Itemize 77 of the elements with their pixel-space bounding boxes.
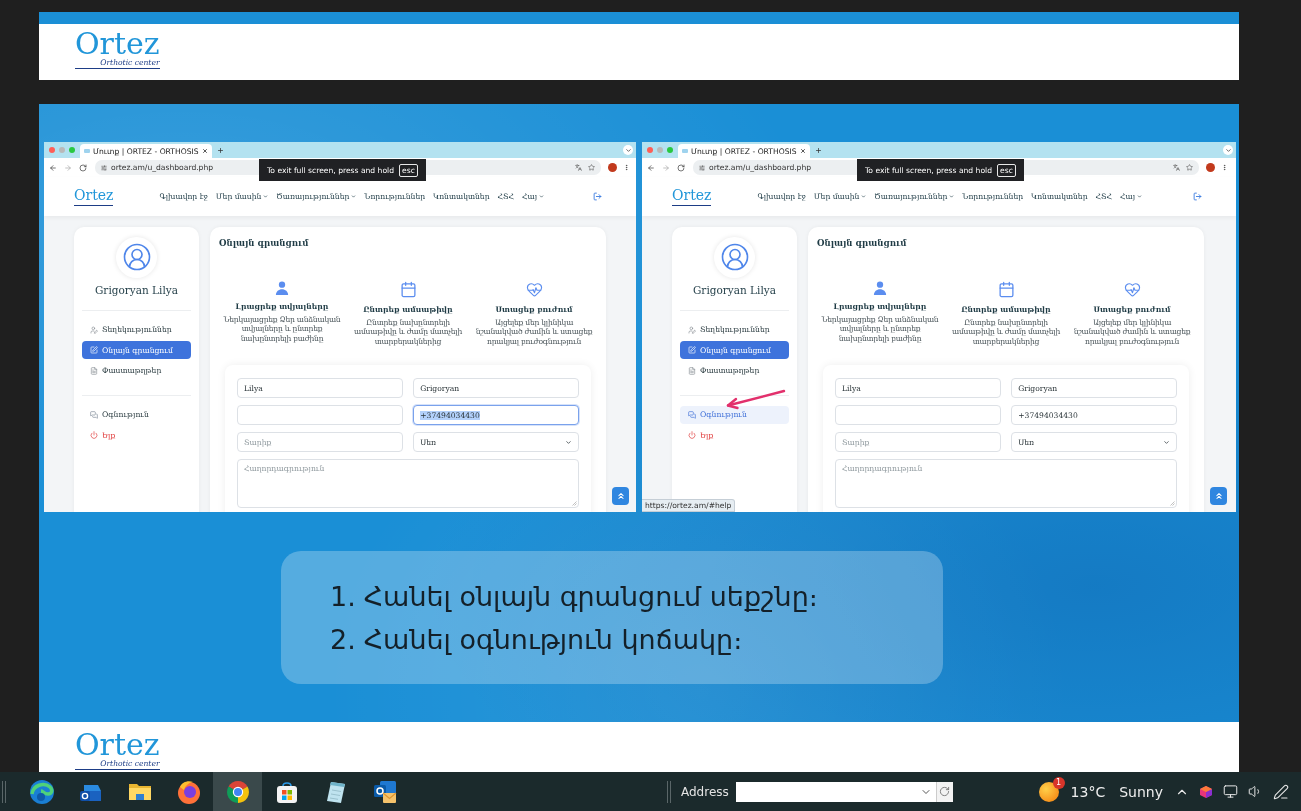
list-number: 1.: [330, 580, 356, 614]
resize-handle-icon[interactable]: [572, 501, 577, 507]
sun-icon[interactable]: [1038, 781, 1059, 802]
heart-pulse-icon: [525, 281, 543, 298]
user-name: Grigoryan Lilya: [693, 283, 776, 297]
new-tab-icon[interactable]: [814, 146, 822, 154]
person-icon: [275, 281, 289, 295]
notification-badge: 1: [1052, 776, 1065, 789]
reload-icon[interactable]: [677, 163, 685, 172]
pen-square-icon: [90, 346, 98, 354]
user-edit-icon: [688, 325, 696, 334]
temperature-text[interactable]: 13°C: [1070, 783, 1106, 800]
network-icon[interactable]: [1223, 784, 1238, 799]
chevron-down-icon[interactable]: [1223, 145, 1233, 155]
chevron-down-icon[interactable]: [623, 145, 633, 155]
chat-bubbles-icon: [688, 410, 696, 419]
weather-condition[interactable]: Sunny: [1119, 783, 1163, 800]
resize-handle-icon[interactable]: [1170, 501, 1175, 507]
sliders-icon[interactable]: [101, 164, 107, 171]
color-wheel-icon: [224, 778, 251, 805]
input-field[interactable]: [237, 405, 403, 426]
refresh-icon: [939, 786, 951, 797]
input-field[interactable]: [835, 405, 1001, 426]
profile-avatar-icon[interactable]: [608, 163, 617, 172]
taskbar-button[interactable]: [213, 772, 262, 811]
power-icon: [688, 431, 696, 439]
translate-icon[interactable]: [575, 164, 582, 171]
chevron-down-icon: [565, 438, 572, 446]
logout-icon[interactable]: [593, 192, 602, 201]
power-icon: [90, 431, 98, 439]
fox-app-icon: [175, 778, 202, 805]
star-icon[interactable]: [1186, 164, 1193, 171]
swirl-app-icon: [28, 778, 55, 805]
pen-square-icon: [688, 346, 696, 354]
cube-app-icon[interactable]: [1199, 784, 1213, 799]
logo-text: Ortez: [75, 28, 160, 59]
chat-bubbles-icon: [90, 410, 98, 419]
back-icon[interactable]: [49, 163, 57, 172]
user-avatar-icon: [714, 236, 755, 278]
sliders-icon[interactable]: [699, 164, 705, 171]
scroll-top-button[interactable]: [1210, 487, 1227, 505]
user-edit-icon: [90, 325, 98, 334]
list-number: 2.: [330, 623, 356, 657]
calendar-icon: [399, 281, 417, 298]
chevron-down-icon: [1163, 438, 1170, 446]
pen-icon[interactable]: [1273, 783, 1289, 800]
user-name: Grigoryan Lilya: [95, 283, 178, 297]
reload-icon[interactable]: [79, 163, 87, 172]
close-icon[interactable]: [201, 148, 208, 154]
taskbar-grip-icon[interactable]: [2, 780, 6, 803]
calendar-icon: [997, 281, 1015, 298]
star-icon[interactable]: [588, 164, 595, 171]
user-avatar-icon: [116, 236, 157, 278]
profile-avatar-icon[interactable]: [1206, 163, 1215, 172]
translate-icon[interactable]: [1173, 164, 1180, 171]
double-chevron-up-icon: [1213, 491, 1224, 501]
document-icon: [90, 366, 98, 375]
logo-text: Ortez: [75, 729, 160, 760]
favicon-icon: [84, 149, 90, 153]
document-icon: [688, 366, 696, 375]
instruction-text: Հանել օնլայն գրանցում սեքշնը։: [363, 580, 818, 614]
page-title: Օնլայն գրանցում: [817, 238, 907, 248]
close-icon[interactable]: [799, 148, 806, 154]
envelope-app-icon: [371, 778, 398, 805]
address-label: Address: [681, 784, 729, 799]
scroll-top-button[interactable]: [612, 487, 629, 505]
address-field[interactable]: [735, 781, 936, 802]
instruction-text: Հանել օգնություն կոճակը։: [363, 623, 743, 657]
person-icon: [873, 281, 887, 295]
back-icon[interactable]: [647, 163, 655, 172]
taskbar-grip-icon[interactable]: [667, 780, 671, 803]
double-chevron-up-icon: [615, 491, 626, 501]
favicon-icon: [682, 149, 688, 153]
page-title: Օնլայն գրանցում: [219, 238, 309, 248]
logout-icon[interactable]: [1193, 192, 1202, 201]
heart-pulse-icon: [1123, 281, 1141, 298]
new-tab-icon[interactable]: [216, 146, 224, 154]
